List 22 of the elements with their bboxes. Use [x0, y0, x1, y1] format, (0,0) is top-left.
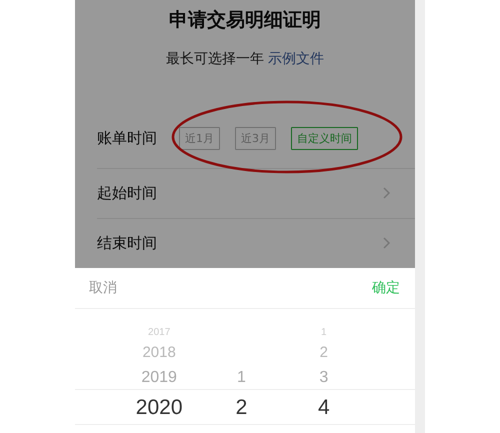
time-option[interactable]: 近3月 [235, 126, 276, 150]
picker-item[interactable]: 2018 [142, 340, 176, 365]
picker-item[interactable]: 2020 [136, 390, 183, 424]
list-row[interactable]: 起始时间 [97, 168, 415, 218]
picker-item[interactable]: 2 [236, 390, 248, 424]
picker-item[interactable]: 3 [319, 365, 328, 390]
cancel-button[interactable]: 取消 [89, 277, 117, 299]
row-label: 账单时间 [97, 128, 158, 148]
subtitle: 最长可选择一年 [166, 51, 264, 67]
picker-item[interactable]: 2 [320, 340, 328, 365]
confirm-button[interactable]: 确定 [372, 277, 400, 299]
sample-file-link[interactable]: 示例文件 [268, 51, 324, 67]
picker-item[interactable]: 2019 [141, 365, 177, 390]
row-label: 起始时间 [97, 184, 158, 203]
page-title: 申请交易明细证明 [168, 8, 322, 33]
time-option[interactable]: 近1月 [179, 126, 220, 150]
chevron-icon [383, 187, 391, 200]
chevron-icon [383, 237, 391, 250]
picker-item[interactable]: 1 [237, 365, 246, 390]
row-label: 结束时间 [97, 234, 158, 253]
picker-item[interactable]: 4 [318, 390, 330, 424]
time-option[interactable]: 自定义时间 [291, 126, 358, 150]
